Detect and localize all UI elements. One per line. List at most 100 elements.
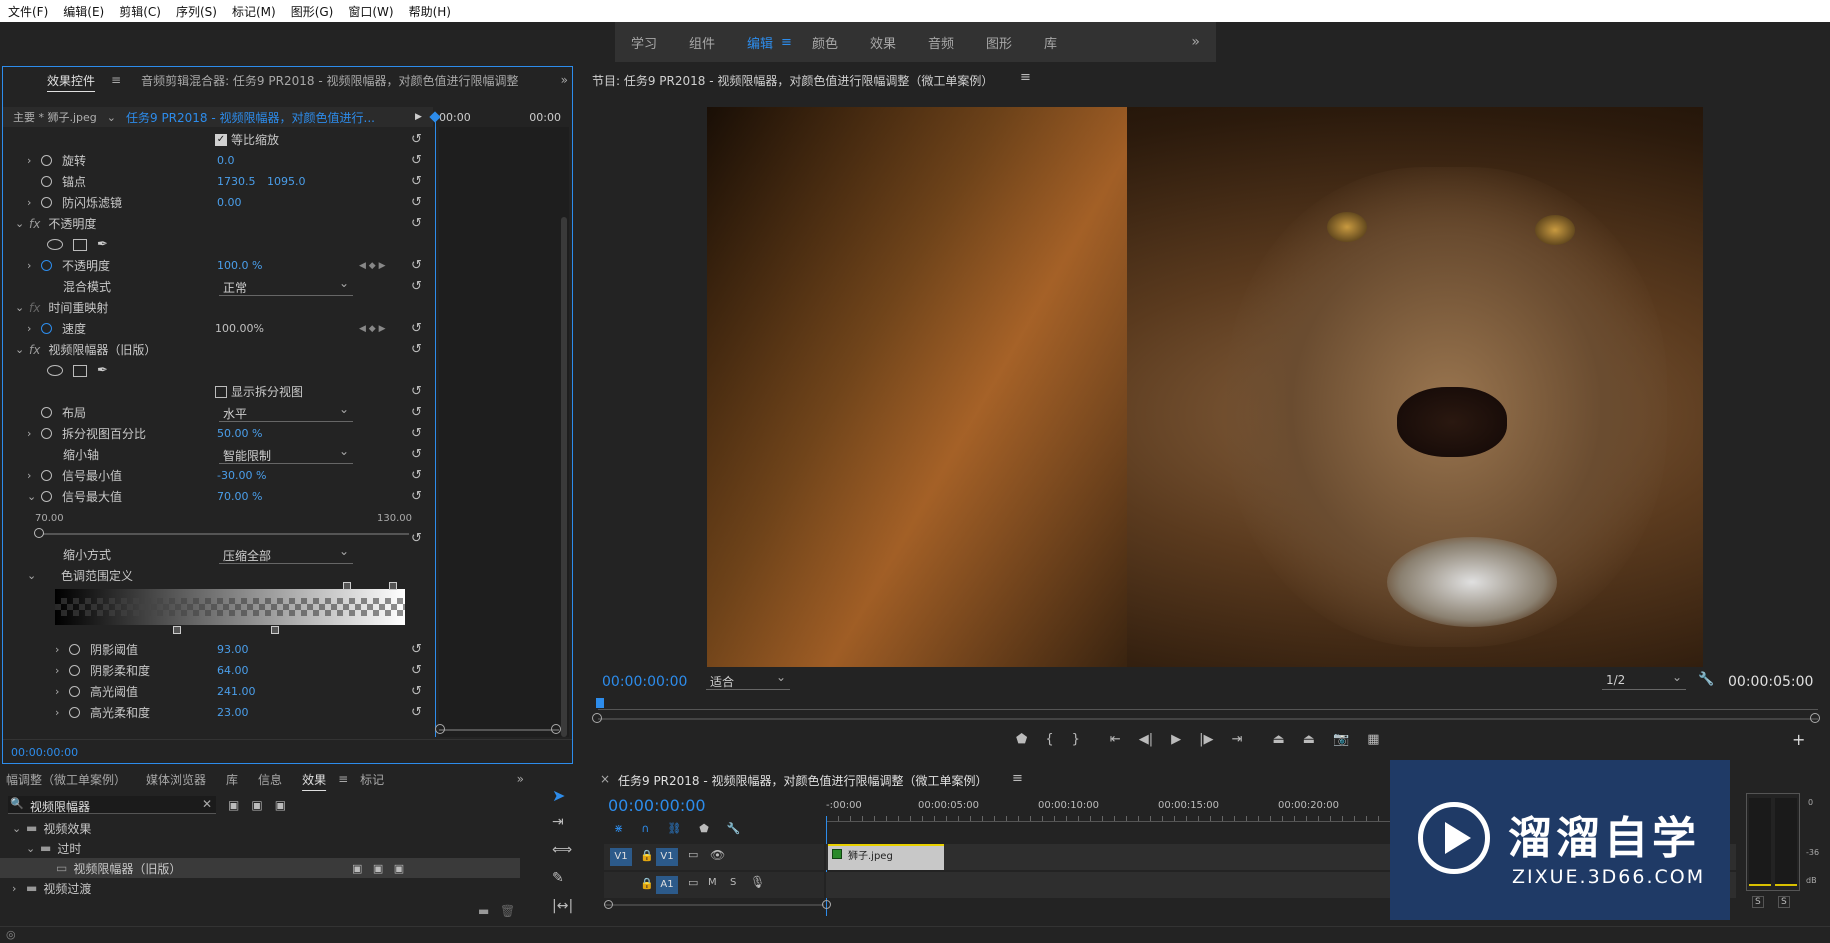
reset-icon[interactable]: ↺ bbox=[411, 381, 427, 402]
rotation-value[interactable]: 0.0 bbox=[217, 154, 235, 167]
mic-icon[interactable]: 🎙 bbox=[750, 875, 765, 889]
pen-mask-icon[interactable]: ✒ bbox=[97, 237, 108, 252]
reset-icon[interactable]: ↺ bbox=[411, 681, 422, 702]
reset-icon[interactable]: ↺ bbox=[411, 150, 427, 171]
ripple-edit-tool-icon[interactable]: ⟺ bbox=[552, 842, 572, 858]
ws-color[interactable]: 颜色 bbox=[796, 33, 854, 52]
tab-project[interactable]: 幅调整（微工单案例） bbox=[0, 771, 136, 788]
signal-max-slider-thumb[interactable] bbox=[34, 528, 44, 538]
shadow-soft-handle[interactable] bbox=[271, 626, 279, 634]
split-pct-expand-icon[interactable]: › bbox=[27, 427, 41, 440]
tab-media-browser[interactable]: 媒体浏览器 bbox=[136, 771, 216, 788]
tonal-range-gradient[interactable] bbox=[55, 589, 405, 625]
reset-icon[interactable]: ↺ bbox=[411, 318, 427, 339]
flicker-value[interactable]: 0.00 bbox=[217, 196, 242, 209]
track-a1-label[interactable]: A1 bbox=[656, 876, 678, 894]
speed-value[interactable]: 100.00% bbox=[215, 322, 264, 335]
add-marker-icon[interactable]: ⬟ bbox=[1016, 732, 1027, 747]
program-menu-icon[interactable]: ≡ bbox=[1020, 70, 1031, 85]
menu-file[interactable]: 文件(F) bbox=[8, 3, 48, 20]
yuv-effects-icon[interactable]: ▣ bbox=[275, 798, 286, 812]
highlight-soft-stopwatch-icon[interactable] bbox=[69, 707, 80, 718]
effects-search-box[interactable]: 🔍 视频限幅器 ✕ bbox=[8, 796, 216, 814]
linked-select-icon[interactable]: ⛓ bbox=[667, 822, 681, 835]
nest-icon[interactable]: ⋇ bbox=[614, 822, 623, 835]
selection-tool-icon[interactable]: ➤ bbox=[552, 786, 565, 805]
tab-markers[interactable]: 标记 bbox=[350, 771, 384, 788]
delete-icon[interactable]: 🗑 bbox=[500, 904, 515, 918]
blend-mode-select[interactable]: 正常 bbox=[219, 276, 353, 296]
timeline-title[interactable]: 任务9 PR2018 - 视频限幅器，对颜色值进行限幅调整（微工单案例） bbox=[618, 772, 988, 789]
opacity-stopwatch-icon[interactable] bbox=[41, 260, 52, 271]
opacity-group-collapse-icon[interactable]: ⌄ bbox=[15, 217, 29, 230]
ws-libraries[interactable]: 库 bbox=[1028, 33, 1073, 52]
tab-menu-icon[interactable]: ≡ bbox=[105, 73, 127, 87]
ws-more-icon[interactable]: » bbox=[1175, 34, 1216, 50]
reset-icon[interactable]: ↺ bbox=[411, 486, 427, 507]
effects-tab-menu-icon[interactable]: ≡ bbox=[336, 772, 350, 786]
anchor-x-value[interactable]: 1730.5 bbox=[217, 175, 256, 188]
split-pct-stopwatch-icon[interactable] bbox=[41, 428, 52, 439]
ws-graphics[interactable]: 图形 bbox=[970, 33, 1028, 52]
limiter-rectangle-mask-icon[interactable] bbox=[73, 364, 87, 377]
play-only-icon[interactable]: ▶ bbox=[415, 112, 422, 122]
reset-icon[interactable]: ↺ bbox=[411, 276, 427, 297]
ws-learn[interactable]: 学习 bbox=[615, 33, 673, 52]
opacity-keyframe-nav-icon[interactable]: ◀ ◆ ▶ bbox=[359, 261, 386, 271]
accelerated-effects-icon[interactable]: ▣ bbox=[228, 798, 239, 812]
layout-select[interactable]: 水平 bbox=[219, 402, 353, 422]
mark-in-icon[interactable]: { bbox=[1045, 732, 1053, 747]
reset-icon[interactable]: ↺ bbox=[411, 702, 422, 723]
rectangle-mask-icon[interactable] bbox=[73, 238, 87, 251]
menu-window[interactable]: 窗口(W) bbox=[348, 3, 393, 20]
ec-scrollbar[interactable] bbox=[561, 217, 567, 737]
ws-audio[interactable]: 音频 bbox=[912, 33, 970, 52]
program-zoom-left[interactable] bbox=[592, 713, 602, 723]
ec-playhead[interactable] bbox=[435, 115, 436, 737]
timeline-zoom-left[interactable] bbox=[604, 900, 613, 909]
limiter-fx-icon[interactable]: fx bbox=[29, 343, 40, 357]
tree-video-transitions[interactable]: › ▬ 视频过渡 bbox=[0, 878, 534, 898]
lift-icon[interactable]: ⏏ bbox=[1272, 732, 1284, 747]
timeline-settings-icon[interactable]: 🔧 bbox=[727, 822, 741, 835]
signal-max-stopwatch-icon[interactable] bbox=[41, 491, 52, 502]
fit-select[interactable]: 适合 bbox=[706, 670, 790, 690]
timeline-ruler[interactable]: -:00:00 00:00:05:00 00:00:10:00 00:00:15… bbox=[826, 800, 1436, 824]
button-editor-icon[interactable]: + bbox=[1792, 730, 1805, 749]
shadow-thresh-expand-icon[interactable]: › bbox=[55, 643, 69, 656]
program-video-frame[interactable] bbox=[707, 107, 1703, 667]
menu-sequence[interactable]: 序列(S) bbox=[176, 3, 217, 20]
reset-icon[interactable]: ↺ bbox=[411, 660, 422, 681]
track-select-tool-icon[interactable]: ⇥ bbox=[552, 814, 564, 830]
split-view-checkbox[interactable] bbox=[215, 385, 227, 398]
fx-icon[interactable]: fx bbox=[29, 217, 40, 231]
program-playhead[interactable] bbox=[596, 698, 604, 708]
opacity-value[interactable]: 100.0 % bbox=[217, 259, 262, 272]
compare-view-icon[interactable]: ▦ bbox=[1367, 732, 1379, 747]
lock-track-icon[interactable]: 🔒 bbox=[640, 849, 654, 862]
reset-icon[interactable]: ↺ bbox=[411, 402, 427, 423]
highlight-thresh-stopwatch-icon[interactable] bbox=[69, 686, 80, 697]
tab-libraries[interactable]: 库 bbox=[216, 771, 248, 788]
reset-icon[interactable]: ↺ bbox=[411, 192, 427, 213]
rotation-stopwatch-icon[interactable] bbox=[41, 155, 52, 166]
split-pct-value[interactable]: 50.00 % bbox=[217, 427, 262, 440]
highlight-soft-value[interactable]: 23.00 bbox=[217, 706, 249, 719]
program-timecode[interactable]: 00:00:00:00 bbox=[602, 674, 687, 690]
flicker-stopwatch-icon[interactable] bbox=[41, 197, 52, 208]
slip-tool-icon[interactable]: |↔| bbox=[552, 898, 573, 914]
reset-icon[interactable]: ↺ bbox=[411, 213, 427, 234]
wrench-icon[interactable]: 🔧 bbox=[1698, 672, 1714, 687]
anchor-y-value[interactable]: 1095.0 bbox=[267, 175, 306, 188]
export-frame-icon[interactable]: 📷 bbox=[1333, 732, 1349, 747]
sequence-name[interactable]: 任务9 PR2018 - 视频限幅器，对颜色值进行... bbox=[126, 109, 375, 126]
source-v1-target[interactable]: V1 bbox=[610, 848, 632, 866]
ws-assembly[interactable]: 组件 bbox=[673, 33, 731, 52]
reset-icon[interactable]: ↺ bbox=[411, 465, 427, 486]
clip-lion[interactable]: 狮子.jpeg bbox=[828, 844, 944, 870]
add-marker-timeline-icon[interactable]: ⬟ bbox=[699, 822, 709, 835]
panel-more-icon[interactable]: » bbox=[551, 73, 572, 87]
opacity-expand-icon[interactable]: › bbox=[27, 259, 41, 272]
reduce-axis-select[interactable]: 智能限制 bbox=[219, 444, 353, 464]
ec-zoom-bar[interactable] bbox=[439, 729, 559, 731]
